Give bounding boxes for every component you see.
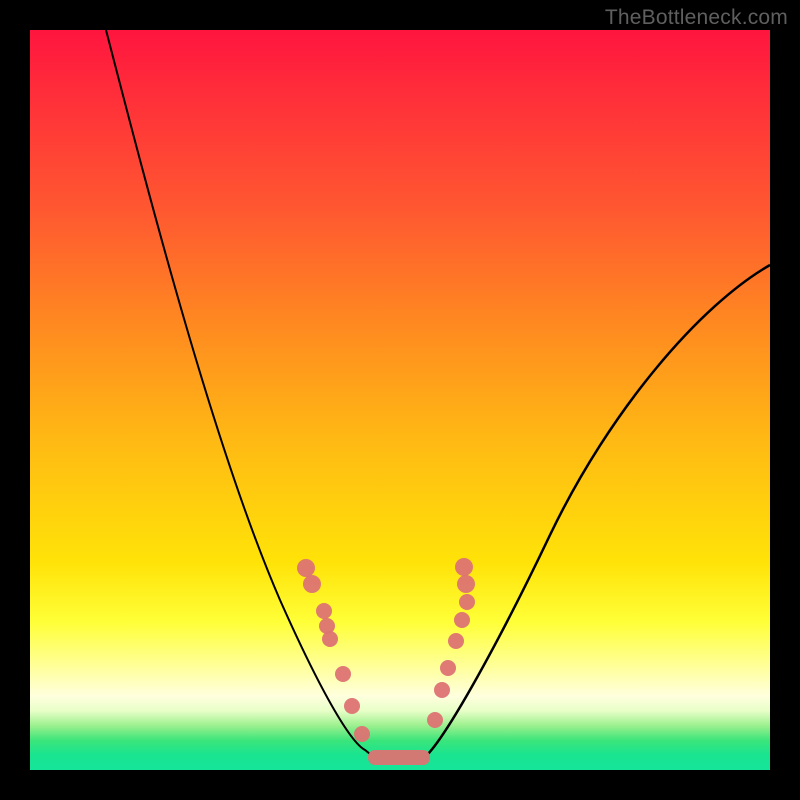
marker-left-6 [344, 698, 360, 714]
watermark-text: TheBottleneck.com [605, 6, 788, 30]
plot-area [30, 30, 770, 770]
marker-right-3 [454, 612, 470, 628]
marker-left-5 [335, 666, 351, 682]
trough-marker [368, 750, 430, 765]
marker-right-4 [448, 633, 464, 649]
marker-left-1 [303, 575, 321, 593]
marker-left-4 [322, 631, 338, 647]
marker-right-7 [427, 712, 443, 728]
marker-left-7 [354, 726, 370, 742]
marker-right-1 [457, 575, 475, 593]
marker-right-2 [459, 594, 475, 610]
marker-right-5 [440, 660, 456, 676]
marker-right-0 [455, 558, 473, 576]
marker-left-2 [316, 603, 332, 619]
chart-svg [30, 30, 770, 770]
chart-canvas: TheBottleneck.com [0, 0, 800, 800]
marker-left-0 [297, 559, 315, 577]
marker-right-6 [434, 682, 450, 698]
curve-right-branch [428, 265, 770, 754]
